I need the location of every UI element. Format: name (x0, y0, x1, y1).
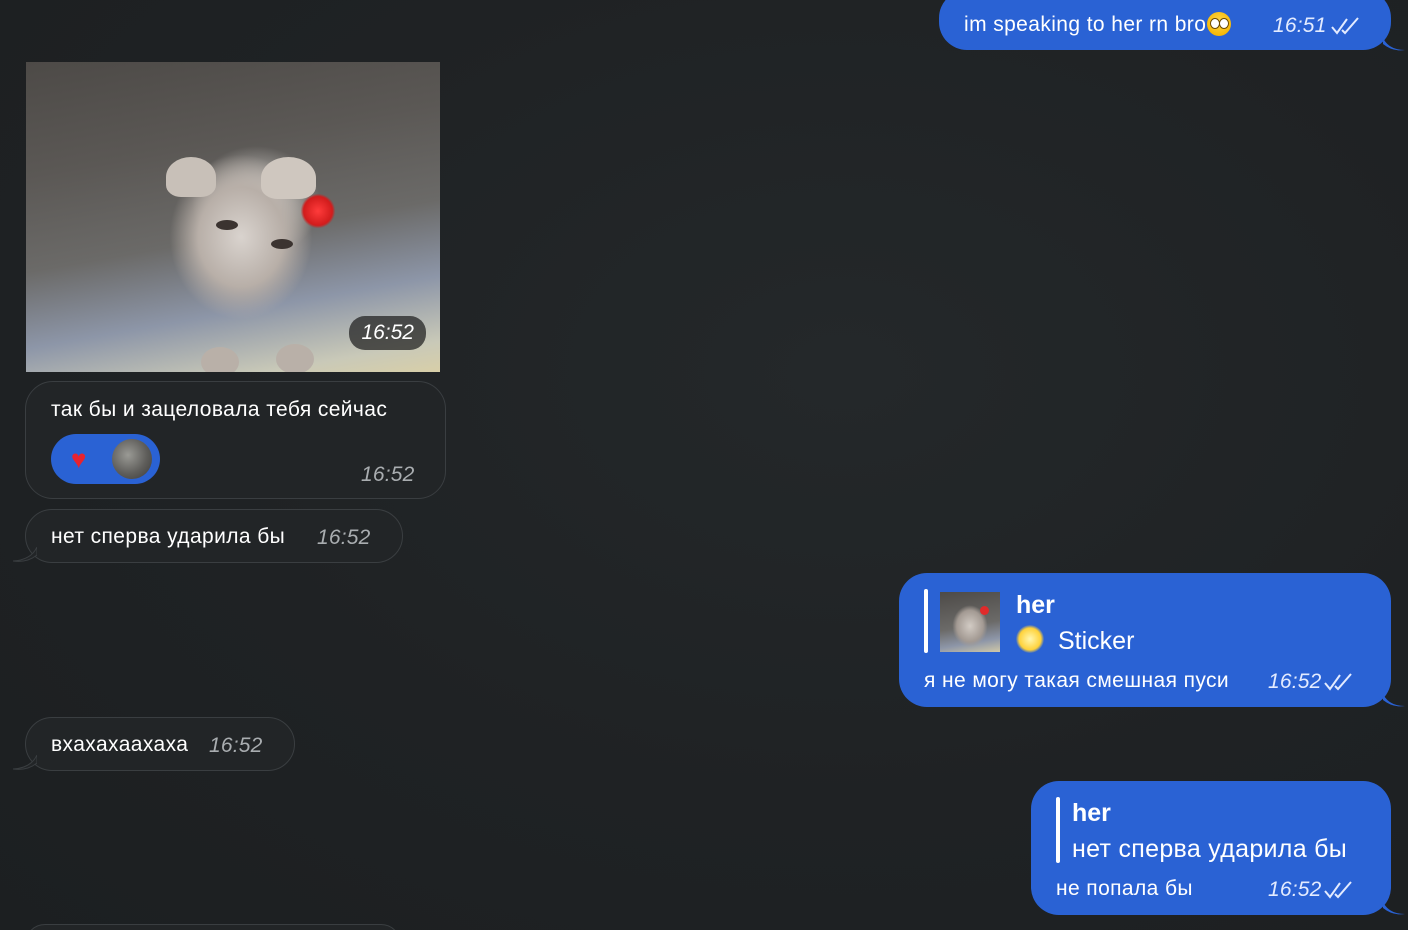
message-time: 16:52 (1268, 878, 1322, 901)
sparkle-star-icon (1016, 625, 1044, 653)
reply-bar (924, 589, 928, 653)
message-time: 16:52 (209, 734, 263, 757)
message-text: не попала бы (1056, 877, 1193, 900)
flushed-eyes-emoji-icon (1207, 12, 1232, 36)
message-time: 16:52 (361, 463, 415, 486)
sticker-thumbnail (940, 592, 1000, 652)
message-incoming[interactable]: нет сперва ударила бы 16:52 (25, 509, 403, 563)
message-text: нет сперва ударила бы (51, 525, 286, 548)
double-check-icon (1331, 17, 1359, 35)
photo-detail (276, 344, 314, 372)
photo-detail (261, 157, 316, 199)
reply-bar (1056, 797, 1060, 863)
avatar (112, 439, 152, 479)
bubble-tail (13, 547, 37, 562)
bubble-tail (13, 755, 37, 770)
chat-view: im speaking to her rn bro 16:51 16:52 та… (0, 0, 1408, 930)
message-text: я не могу такая смешная пуси (924, 669, 1230, 692)
message-text: так бы и зацеловала тебя сейчас (51, 398, 388, 421)
photo-detail (166, 157, 216, 197)
message-outgoing[interactable]: her нет сперва ударила бы не попала бы 1… (1031, 781, 1391, 915)
message-text: вхахахаахаха (51, 733, 189, 756)
reaction-pill[interactable]: ♥ (51, 434, 160, 484)
reply-preview: нет сперва ударила бы (1072, 835, 1348, 863)
message-time: 16:52 (317, 526, 371, 549)
photo-detail (201, 347, 239, 372)
bubble-tail (1383, 902, 1405, 915)
photo-detail (980, 606, 989, 615)
bubble-tail (1383, 38, 1405, 51)
message-incoming[interactable]: вхахахаахаха 16:52 (25, 717, 295, 771)
message-time: 16:52 (1268, 670, 1322, 693)
reply-preview: Sticker (1016, 625, 1134, 656)
photo-time: 16:52 (349, 316, 426, 350)
reply-author: her (1016, 591, 1055, 619)
double-check-icon (1324, 881, 1352, 899)
message-text: im speaking to her rn bro (964, 12, 1232, 37)
message-outgoing[interactable]: her Sticker я не могу такая смешная пуси… (899, 573, 1391, 707)
heart-icon: ♥ (71, 444, 87, 474)
anger-symbol-icon (301, 194, 335, 228)
double-check-icon (1324, 673, 1352, 691)
message-incoming[interactable] (25, 924, 401, 930)
message-incoming[interactable]: так бы и зацеловала тебя сейчас ♥ 16:52 (25, 381, 446, 499)
photo-detail (271, 239, 293, 249)
message-outgoing[interactable]: im speaking to her rn bro 16:51 (939, 0, 1391, 50)
message-time: 16:51 (1273, 14, 1327, 37)
reply-author: her (1072, 799, 1111, 827)
bubble-tail (1383, 694, 1405, 707)
photo-detail (216, 220, 238, 230)
kitten-photo[interactable]: 16:52 (26, 62, 440, 372)
